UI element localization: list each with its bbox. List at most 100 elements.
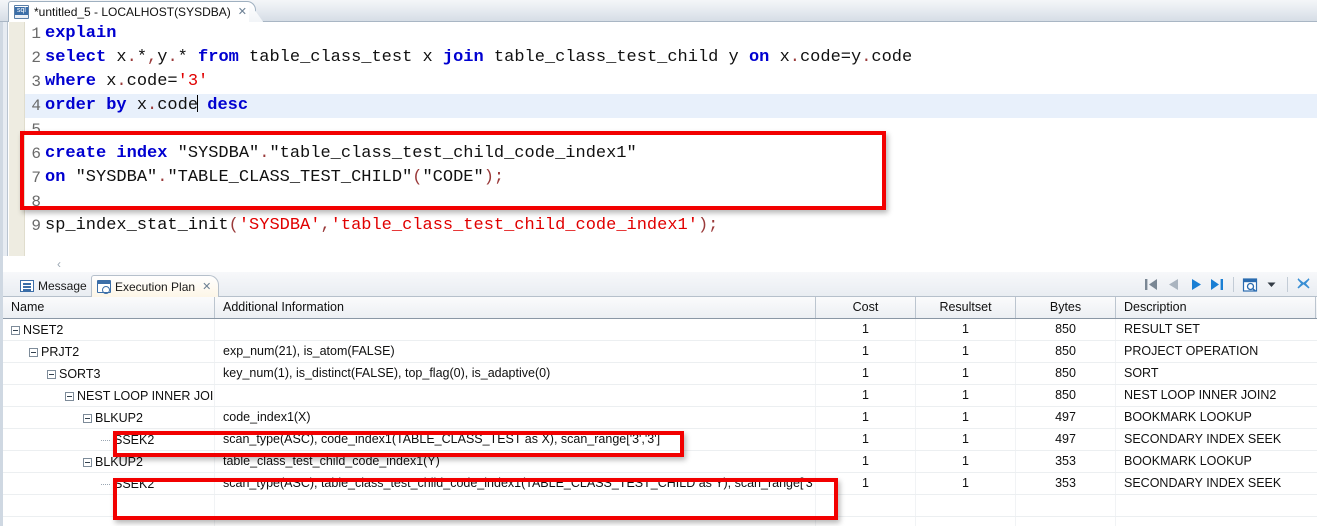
editor-gutter xyxy=(9,22,25,256)
table-row[interactable]: BLKUP2 code_index1(X) 1 1 497 BOOKMARK LOOKUP xyxy=(3,407,1317,429)
collapse-toggle-icon[interactable] xyxy=(83,413,92,423)
code-token: . xyxy=(147,96,158,115)
code-line[interactable]: 8 xyxy=(25,190,1317,214)
cell-cost: 1 xyxy=(816,385,916,406)
table-row[interactable]: PRJT2 exp_num(21), is_atom(FALSE) 1 1 850 PRO… xyxy=(3,341,1317,363)
code-line[interactable]: 9 sp_index_stat_init('SYSDBA','table_clas… xyxy=(25,214,1317,238)
table-row[interactable]: BLKUP2 table_class_test_child_code_index1… xyxy=(3,451,1317,473)
column-header-cost[interactable]: Cost xyxy=(816,297,916,318)
toolbar-separator-1 xyxy=(1233,277,1234,292)
plan-options-button[interactable] xyxy=(1240,275,1259,294)
code-token: , xyxy=(147,48,158,67)
toolbar-separator-2 xyxy=(1287,277,1288,292)
cell-empty xyxy=(1016,495,1116,516)
code-token: 'SYSDBA' xyxy=(238,216,321,235)
code-token: . xyxy=(789,48,800,67)
cell-name[interactable]: NEST LOOP INNER JOIN2 xyxy=(3,385,215,406)
collapse-toggle-icon[interactable] xyxy=(83,457,92,467)
cell-empty xyxy=(816,517,916,526)
code-line[interactable]: 7 on "SYSDBA"."TABLE_CLASS_TEST_CHILD"("C… xyxy=(25,166,1317,190)
sql-developer-window: *untitled_5 - LOCALHOST(SYSDBA) ✕ 1expla… xyxy=(0,0,1317,526)
code-token: . xyxy=(861,48,872,67)
table-row[interactable]: SSEK2 scan_type(ASC), table_class_test_ch… xyxy=(3,473,1317,495)
cell-name[interactable]: BLKUP2 xyxy=(3,451,215,472)
node-label: PRJT2 xyxy=(41,345,80,359)
editor-tab-label: *untitled_5 - LOCALHOST(SYSDBA) xyxy=(34,5,231,19)
collapse-toggle-icon[interactable] xyxy=(65,391,74,401)
cell-empty xyxy=(816,495,916,516)
close-view-button[interactable] xyxy=(1294,275,1313,294)
code-token: x xyxy=(126,96,148,115)
table-row[interactable]: NSET2 1 1 850 RESULT SET xyxy=(3,319,1317,341)
code-line[interactable]: 4 order by x.code desc xyxy=(25,94,1317,118)
node-label: BLKUP2 xyxy=(95,455,143,469)
cell-cost: 1 xyxy=(816,319,916,340)
line-number: 4 xyxy=(31,97,41,115)
cell-resultset: 1 xyxy=(916,429,1016,450)
plan-toolbar xyxy=(1142,274,1313,295)
last-plan-button[interactable] xyxy=(1208,275,1227,294)
column-header-resultset[interactable]: Resultset xyxy=(916,297,1016,318)
cell-bytes: 850 xyxy=(1016,319,1116,340)
cell-name[interactable]: PRJT2 xyxy=(3,341,215,362)
column-header-additional[interactable]: Additional Information xyxy=(215,297,816,318)
plan-table-body: NSET2 1 1 850 RESULT SET PRJT2 exp_num(21), is… xyxy=(3,319,1317,526)
cell-resultset: 1 xyxy=(916,451,1016,472)
cell-name[interactable]: SSEK2 xyxy=(3,473,215,494)
next-plan-button[interactable] xyxy=(1186,275,1205,294)
code-line[interactable]: 2 select x.*,y.* from table_class_test x … xyxy=(25,46,1317,70)
code-token: ) xyxy=(697,216,709,235)
tab-execution-plan[interactable]: Execution Plan ✕ xyxy=(91,275,220,297)
table-row[interactable]: SSEK2 scan_type(ASC), code_index1(TABLE_C… xyxy=(3,429,1317,451)
cell-additional-information: table_class_test_child_code_index1(Y) xyxy=(215,451,816,472)
plan-options-dropdown[interactable] xyxy=(1262,275,1281,294)
code-line[interactable]: 3 where x.code='3' xyxy=(25,70,1317,94)
close-icon[interactable]: ✕ xyxy=(238,6,247,18)
cell-cost: 1 xyxy=(816,341,916,362)
code-token: . xyxy=(167,48,178,67)
cell-name[interactable]: NSET2 xyxy=(3,319,215,340)
code-token: ) xyxy=(483,168,494,187)
node-label: SSEK2 xyxy=(114,477,155,491)
code-token: "SYSDBA" xyxy=(75,168,158,187)
collapse-toggle-icon[interactable] xyxy=(29,347,38,357)
sql-editor[interactable]: 1 explain 2 select x.*,y.* from table_class… xyxy=(0,22,1317,256)
code-line[interactable]: 5 xyxy=(25,118,1317,142)
code-line[interactable]: 6 create index "SYSDBA"."table_class_test… xyxy=(25,142,1317,166)
table-row[interactable]: SORT3 key_num(1), is_distinct(FALSE), top… xyxy=(3,363,1317,385)
cell-additional-information: key_num(1), is_distinct(FALSE), top_flag… xyxy=(215,363,816,384)
table-row[interactable]: NEST LOOP INNER JOIN2 1 1 850 NEST LOOP INNE… xyxy=(3,385,1317,407)
column-header-name[interactable]: Name xyxy=(3,297,215,318)
code-token: select xyxy=(45,48,107,67)
code-line[interactable]: 1 explain xyxy=(25,22,1317,46)
close-icon[interactable]: ✕ xyxy=(202,280,211,293)
cell-name[interactable]: SORT3 xyxy=(3,363,215,384)
table-row-empty xyxy=(3,495,1317,517)
cell-cost: 1 xyxy=(816,429,916,450)
cell-empty xyxy=(916,495,1016,516)
cell-resultset: 1 xyxy=(916,363,1016,384)
collapse-toggle-icon[interactable] xyxy=(11,325,20,335)
node-label: NSET2 xyxy=(23,323,64,337)
cell-name[interactable]: SSEK2 xyxy=(3,429,215,450)
cell-description: BOOKMARK LOOKUP xyxy=(1124,410,1252,424)
code-token: "CODE" xyxy=(422,168,484,187)
previous-plan-button[interactable] xyxy=(1164,275,1183,294)
code-token: on xyxy=(45,168,66,187)
tree-connector-icon xyxy=(101,439,110,441)
chevron-left-icon[interactable]: ‹ xyxy=(57,257,61,271)
cell-description: RESULT SET xyxy=(1124,322,1200,336)
code-token: explain xyxy=(45,24,117,43)
code-token: ( xyxy=(412,168,423,187)
collapse-toggle-icon[interactable] xyxy=(47,369,56,379)
tab-message[interactable]: Message xyxy=(15,275,94,297)
line-number: 3 xyxy=(31,73,41,91)
first-plan-button[interactable] xyxy=(1142,275,1161,294)
column-header-bytes[interactable]: Bytes xyxy=(1016,297,1116,318)
editor-code-area[interactable]: 1 explain 2 select x.*,y.* from table_class… xyxy=(25,22,1317,256)
code-token: on xyxy=(748,48,770,67)
editor-tab-untitled5[interactable]: *untitled_5 - LOCALHOST(SYSDBA) ✕ xyxy=(8,1,256,22)
column-header-description[interactable]: Description xyxy=(1116,297,1316,318)
cell-name[interactable]: BLKUP2 xyxy=(3,407,215,428)
